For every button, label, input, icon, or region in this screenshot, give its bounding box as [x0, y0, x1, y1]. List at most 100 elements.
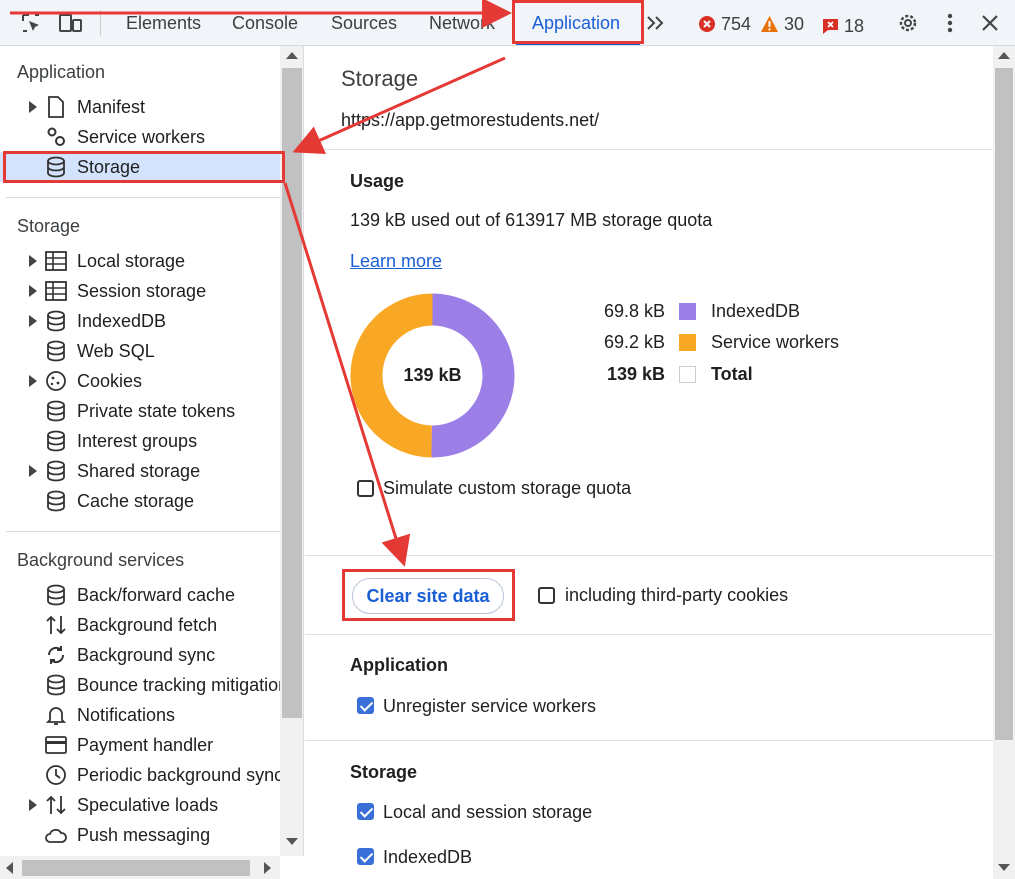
- unregister-service-workers-checkbox[interactable]: [357, 697, 374, 714]
- sidebar-item-service-workers[interactable]: Service workers: [0, 122, 280, 152]
- legend-name: Total: [711, 363, 753, 384]
- more-options-icon[interactable]: [937, 10, 963, 36]
- sidebar-item-notifications[interactable]: Notifications: [0, 700, 280, 730]
- scroll-down-arrow-icon[interactable]: [998, 864, 1010, 871]
- sidebar-heading-background-services: Background services: [17, 550, 185, 570]
- local-session-storage-label: Local and session storage: [383, 802, 593, 822]
- third-party-cookies-checkbox[interactable]: [538, 587, 555, 604]
- section-divider: [305, 634, 993, 635]
- toolbar-divider: [100, 10, 101, 36]
- legend-value: 69.8 kB: [603, 300, 665, 321]
- tab-console[interactable]: Console: [232, 0, 298, 46]
- indexeddb-label: IndexedDB: [383, 847, 473, 867]
- storage-panel: Storage https://app.getmorestudents.net/…: [305, 46, 993, 879]
- sidebar-item-periodic-sync[interactable]: Periodic background sync: [0, 760, 280, 790]
- sidebar-item-cookies[interactable]: Cookies: [0, 366, 280, 396]
- expand-arrow-icon[interactable]: [29, 799, 37, 811]
- sidebar-item-label: Shared storage: [77, 460, 201, 481]
- issues-counter[interactable]: 18: [822, 14, 864, 38]
- database-icon: [44, 429, 68, 453]
- warning-counter[interactable]: 30: [760, 12, 804, 36]
- sidebar-item-label: Periodic background sync: [77, 764, 280, 785]
- close-icon[interactable]: [977, 10, 1003, 36]
- database-icon: [44, 489, 68, 513]
- sidebar-item-web-sql[interactable]: Web SQL: [0, 336, 280, 366]
- sidebar-item-label: Notifications: [77, 704, 176, 725]
- sidebar-item-push-messaging[interactable]: Push messaging: [0, 820, 280, 850]
- scroll-up-arrow-icon[interactable]: [286, 52, 298, 59]
- expand-arrow-icon[interactable]: [29, 101, 37, 113]
- sidebar-item-label: Bounce tracking mitigations: [77, 674, 280, 695]
- sidebar-item-manifest[interactable]: Manifest: [0, 92, 280, 122]
- sidebar-item-payment-handler[interactable]: Payment handler: [0, 730, 280, 760]
- donut-center-label: 139 kB: [403, 365, 462, 385]
- legend-swatch: [679, 365, 696, 383]
- tab-elements[interactable]: Elements: [126, 0, 201, 46]
- legend-name: IndexedDB: [711, 300, 801, 321]
- sidebar-item-background-fetch[interactable]: Background fetch: [0, 610, 280, 640]
- scroll-down-arrow-icon[interactable]: [286, 838, 298, 845]
- sidebar-item-label: Cache storage: [77, 490, 195, 511]
- scroll-right-arrow-icon[interactable]: [264, 862, 271, 874]
- expand-arrow-icon[interactable]: [29, 465, 37, 477]
- sidebar-item-label: Speculative loads: [77, 794, 219, 815]
- error-count: 754: [721, 13, 752, 34]
- device-toolbar-icon[interactable]: [58, 10, 84, 36]
- learn-more-link[interactable]: Learn more: [350, 251, 442, 272]
- expand-arrow-icon[interactable]: [29, 285, 37, 297]
- scroll-up-arrow-icon[interactable]: [998, 52, 1010, 59]
- up-down-arrows-icon: [44, 613, 68, 637]
- annotation-box-storage-item: [3, 151, 285, 183]
- legend-row-total: 139 kB Total: [595, 362, 753, 386]
- indexeddb-checkbox[interactable]: [357, 848, 374, 865]
- sidebar-item-label: Private state tokens: [77, 400, 236, 421]
- legend-swatch: [679, 333, 696, 351]
- sidebar-item-cache-storage[interactable]: Cache storage: [0, 486, 280, 516]
- error-icon: [698, 15, 716, 33]
- sidebar-item-speculative-loads[interactable]: Speculative loads: [0, 790, 280, 820]
- legend-value: 69.2 kB: [603, 331, 665, 352]
- sidebar-item-private-state-tokens[interactable]: Private state tokens: [0, 396, 280, 426]
- database-icon: [44, 583, 68, 607]
- sidebar-divider: [6, 197, 280, 198]
- sidebar-item-session-storage[interactable]: Session storage: [0, 276, 280, 306]
- tab-sources[interactable]: Sources: [331, 0, 397, 46]
- sidebar-item-shared-storage[interactable]: Shared storage: [0, 456, 280, 486]
- expand-arrow-icon[interactable]: [29, 255, 37, 267]
- tab-network[interactable]: Network: [429, 0, 495, 46]
- gear-icon[interactable]: [895, 10, 921, 36]
- usage-heading: Usage: [350, 171, 405, 191]
- sidebar-item-bounce-tracking[interactable]: Bounce tracking mitigations: [0, 670, 280, 700]
- sidebar-item-background-sync[interactable]: Background sync: [0, 640, 280, 670]
- sidebar-item-label: Service workers: [77, 126, 206, 147]
- sidebar-item-interest-groups[interactable]: Interest groups: [0, 426, 280, 456]
- main-scrollbar-thumb[interactable]: [995, 68, 1013, 740]
- scroll-left-arrow-icon[interactable]: [6, 862, 13, 874]
- inspect-element-icon[interactable]: [18, 10, 44, 36]
- sidebar-item-back-forward-cache[interactable]: Back/forward cache: [0, 580, 280, 610]
- sidebar-scrollbar-thumb[interactable]: [282, 68, 302, 718]
- expand-arrow-icon[interactable]: [29, 315, 37, 327]
- gears-icon: [44, 125, 68, 149]
- sidebar-item-local-storage[interactable]: Local storage: [0, 246, 280, 276]
- sidebar-horizontal-scrollbar-thumb[interactable]: [22, 860, 250, 876]
- database-icon: [44, 309, 68, 333]
- sidebar-item-indexeddb[interactable]: IndexedDB: [0, 306, 280, 336]
- more-tabs-icon[interactable]: [643, 10, 669, 36]
- expand-arrow-icon[interactable]: [29, 375, 37, 387]
- issues-count: 18: [844, 15, 865, 36]
- application-heading: Application: [350, 655, 448, 675]
- sidebar-item-label: Background sync: [77, 644, 216, 665]
- local-session-storage-checkbox[interactable]: [357, 803, 374, 820]
- database-icon: [44, 673, 68, 697]
- cloud-icon: [44, 823, 68, 847]
- section-divider: [305, 740, 993, 741]
- sidebar-heading-storage: Storage: [17, 216, 81, 236]
- simulate-quota-checkbox[interactable]: [357, 480, 374, 497]
- sidebar-item-label: Manifest: [77, 96, 146, 117]
- table-icon: [44, 249, 68, 273]
- cookie-icon: [44, 369, 68, 393]
- error-counter[interactable]: 754: [698, 12, 751, 36]
- sidebar-item-label: Back/forward cache: [77, 584, 236, 605]
- legend-name: Service workers: [711, 331, 840, 352]
